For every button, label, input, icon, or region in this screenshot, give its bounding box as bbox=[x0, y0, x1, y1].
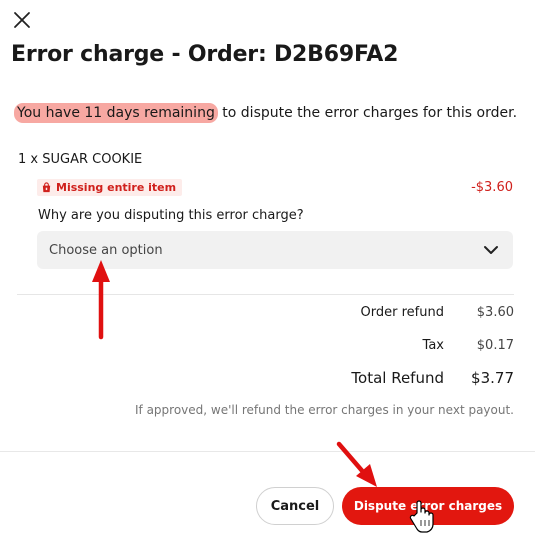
badge-label: Missing entire item bbox=[56, 181, 177, 194]
arrow-up-icon bbox=[92, 260, 110, 340]
cancel-button[interactable]: Cancel bbox=[256, 487, 334, 525]
total-refund-label: Total Refund bbox=[351, 369, 444, 387]
status-badge: Missing entire item bbox=[37, 179, 183, 196]
total-refund-value: $3.77 bbox=[471, 369, 514, 387]
page-title: Error charge - Order: D2B69FA2 bbox=[11, 42, 399, 67]
notice-text: to dispute the error charges for this or… bbox=[217, 105, 518, 121]
bag-icon bbox=[42, 182, 51, 193]
select-placeholder: Choose an option bbox=[49, 242, 163, 258]
tax-label: Tax bbox=[422, 338, 444, 353]
tax-value: $0.17 bbox=[476, 338, 514, 353]
dispute-question-label: Why are you disputing this error charge? bbox=[38, 208, 304, 223]
dispute-deadline-notice: You have 11 days remaining to dispute th… bbox=[14, 103, 518, 123]
order-refund-label: Order refund bbox=[360, 305, 444, 320]
dispute-reason-select[interactable]: Choose an option bbox=[37, 231, 513, 269]
days-remaining-highlight: You have 11 days remaining bbox=[14, 103, 218, 123]
close-button[interactable] bbox=[12, 10, 32, 30]
chevron-down-icon bbox=[484, 246, 498, 254]
footer-divider bbox=[0, 451, 535, 452]
item-name: 1 x SUGAR COOKIE bbox=[18, 152, 143, 167]
annotation-overlay bbox=[92, 260, 434, 533]
item-amount: -$3.60 bbox=[471, 180, 513, 195]
dispute-error-charges-button[interactable]: Dispute error charges bbox=[342, 487, 514, 525]
refund-note: If approved, we'll refund the error char… bbox=[134, 403, 514, 417]
divider bbox=[17, 294, 514, 295]
order-refund-value: $3.60 bbox=[476, 305, 514, 320]
close-icon bbox=[14, 12, 30, 28]
